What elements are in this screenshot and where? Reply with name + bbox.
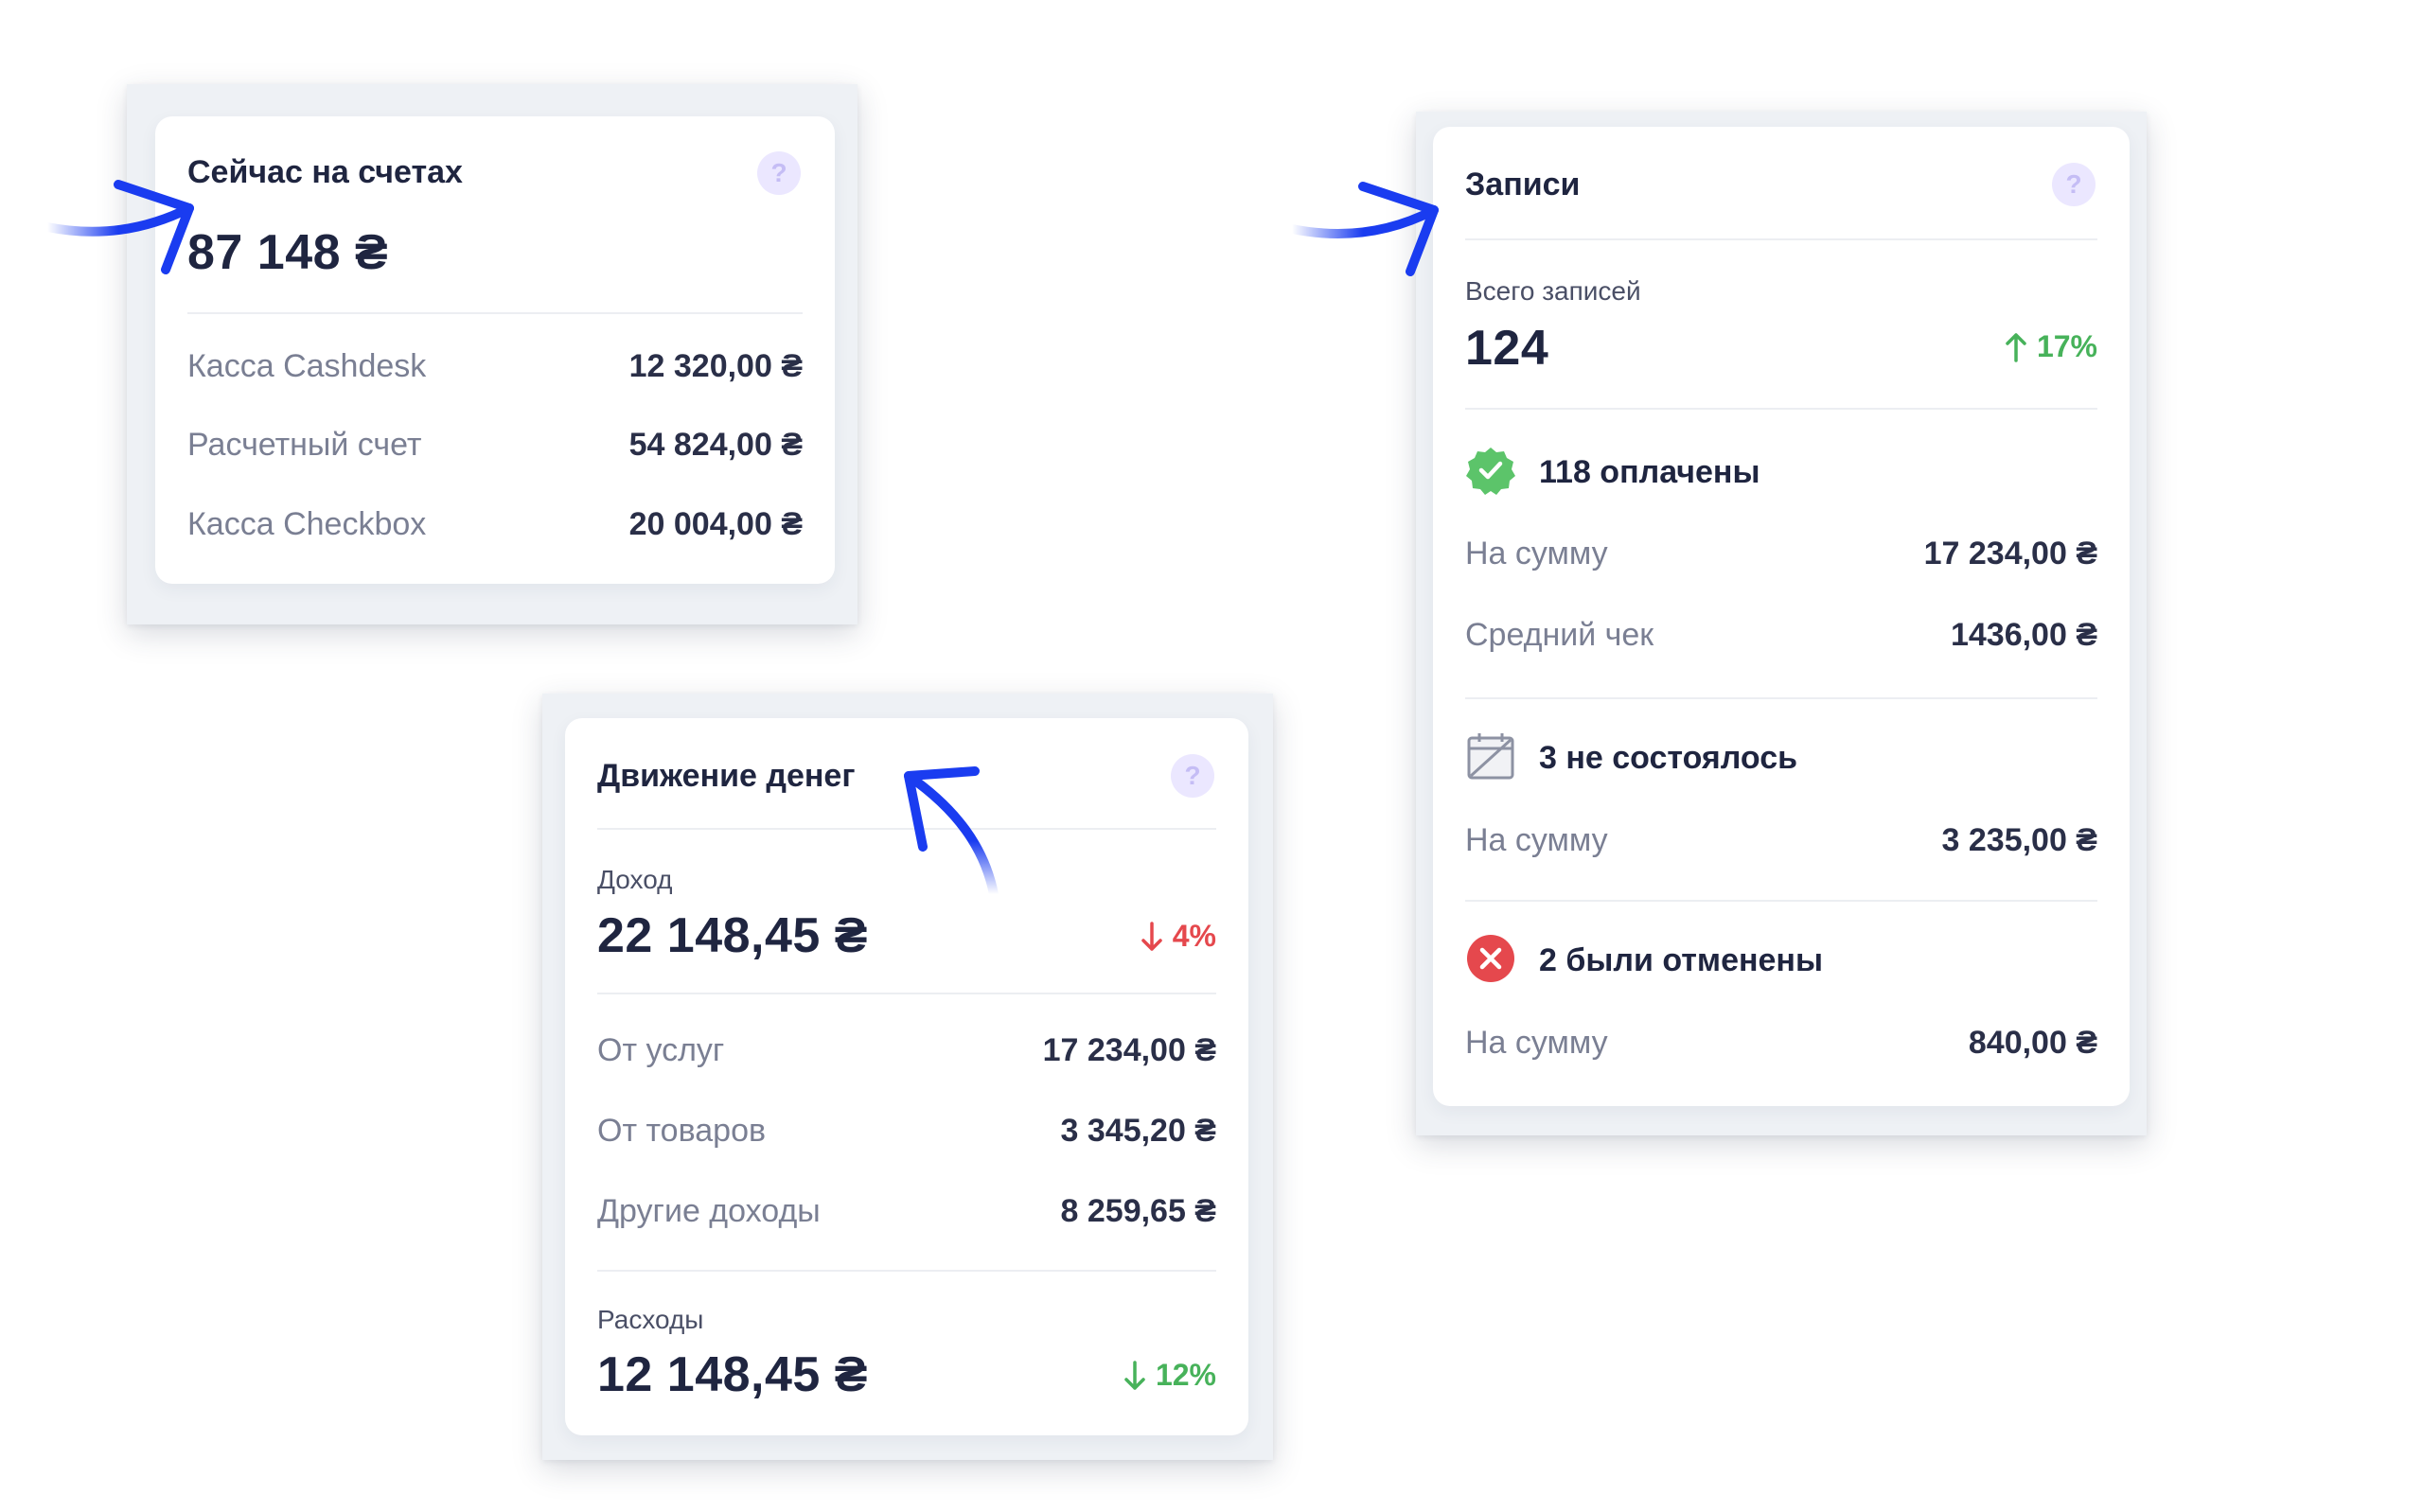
records-total-label: Всего записей: [1465, 276, 1641, 306]
cancelled-count: 2 были отменены: [1539, 942, 1823, 978]
income-goods-value: 3 345,20 ₴: [1060, 1113, 1216, 1149]
arrow-up-icon: [2006, 332, 2026, 362]
cancel-circle-icon: [1467, 935, 1514, 982]
account-label-checkbox: Касса Checkbox: [187, 506, 427, 542]
account-label-settlement: Расчетный счет: [187, 427, 422, 463]
records-title: Записи: [1465, 167, 1581, 202]
paid-count: 118 оплачены: [1539, 454, 1760, 490]
pointer-arrow-icon: [43, 180, 194, 274]
pointer-arrow-icon: [1287, 182, 1439, 276]
calendar-crossed-icon: [1467, 733, 1514, 780]
expense-delta-value: 12%: [1155, 1358, 1216, 1392]
help-icon[interactable]: ?: [757, 151, 801, 195]
verified-badge-icon: [1466, 448, 1515, 495]
help-icon[interactable]: ?: [2052, 163, 2096, 206]
income-label: Доход: [597, 865, 673, 894]
divider: [597, 993, 1216, 994]
avg-check-value: 1436,00 ₴: [1950, 617, 2097, 653]
accounts-title: Сейчас на счетах: [187, 154, 463, 190]
records-widget: Записи ? Всего записей 124 17% 118 оплач…: [1416, 112, 2147, 1135]
missed-sum-label: На сумму: [1465, 822, 1608, 858]
cancelled-sum-label: На сумму: [1465, 1025, 1608, 1061]
income-services-value: 17 234,00 ₴: [1042, 1032, 1216, 1068]
expense-value: 12 148,45 ₴: [597, 1347, 868, 1402]
accounts-widget: Сейчас на счетах ? 87 148 ₴ Касса Cashde…: [127, 84, 858, 624]
divider: [1465, 238, 2097, 240]
records-total-value: 124: [1465, 321, 1549, 376]
pointer-arrow-icon: [904, 766, 999, 899]
missed-count: 3 не состоялось: [1539, 740, 1798, 776]
arrow-down-icon: [1124, 1360, 1145, 1390]
income-goods-label: От товаров: [597, 1113, 767, 1149]
expense-label: Расходы: [597, 1305, 704, 1334]
records-card: Записи ? Всего записей 124 17% 118 оплач…: [1433, 127, 2130, 1106]
avg-check-label: Средний чек: [1465, 617, 1654, 653]
income-value: 22 148,45 ₴: [597, 908, 868, 963]
help-icon[interactable]: ?: [1171, 754, 1214, 798]
account-label-cashdesk: Касса Cashdesk: [187, 348, 427, 384]
records-total-delta-value: 17%: [2036, 329, 2097, 363]
arrow-down-icon: [1141, 921, 1162, 951]
accounts-card: Сейчас на счетах ? 87 148 ₴ Касса Cashde…: [155, 116, 835, 584]
account-value-cashdesk: 12 320,00 ₴: [628, 348, 803, 384]
divider: [1465, 900, 2097, 902]
records-total-delta: 17%: [2005, 329, 2097, 364]
income-services-label: От услуг: [597, 1032, 725, 1068]
income-other-label: Другие доходы: [597, 1193, 821, 1229]
divider: [1465, 697, 2097, 699]
cancelled-sum-value: 840,00 ₴: [1968, 1025, 2097, 1061]
income-delta-value: 4%: [1172, 919, 1216, 953]
account-value-settlement: 54 824,00 ₴: [628, 427, 803, 463]
divider: [187, 312, 803, 314]
paid-sum-label: На сумму: [1465, 536, 1608, 571]
missed-sum-value: 3 235,00 ₴: [1941, 822, 2097, 858]
expense-delta: 12%: [1123, 1358, 1216, 1393]
cashflow-title: Движение денег: [597, 758, 856, 794]
income-delta: 4%: [1141, 919, 1216, 954]
paid-sum-value: 17 234,00 ₴: [1923, 536, 2097, 571]
divider: [597, 1270, 1216, 1272]
income-other-value: 8 259,65 ₴: [1060, 1193, 1216, 1229]
divider: [1465, 408, 2097, 410]
account-value-checkbox: 20 004,00 ₴: [628, 506, 803, 542]
